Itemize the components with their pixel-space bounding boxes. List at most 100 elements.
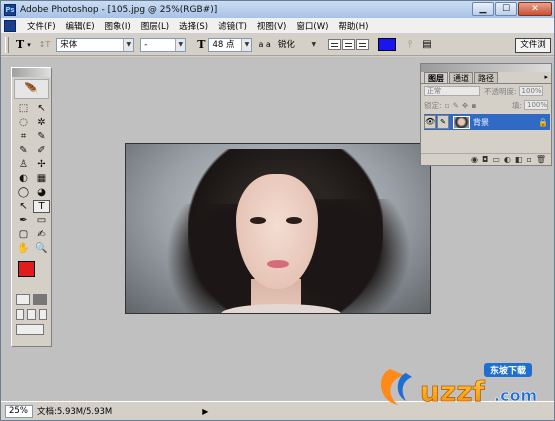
brush-tool-icon[interactable]: ✐ bbox=[33, 144, 50, 157]
play-icon[interactable]: ▶ bbox=[202, 407, 208, 416]
blend-mode-select[interactable]: 正常 bbox=[424, 86, 480, 96]
tool-preset-icon[interactable]: T bbox=[16, 38, 24, 51]
antialias-select[interactable]: 锐化 ▼ bbox=[273, 37, 320, 52]
layer-row-background[interactable]: 👁 ✎ 背景 🔒 bbox=[424, 114, 550, 130]
font-size-icon: T bbox=[197, 38, 206, 51]
minimize-button[interactable]: ▁ bbox=[472, 2, 494, 16]
marquee-tool-icon[interactable]: ⬚ bbox=[15, 102, 32, 115]
toolbox-header[interactable] bbox=[12, 68, 51, 77]
text-color-swatch[interactable] bbox=[377, 38, 396, 51]
brush-icon[interactable]: ✎ bbox=[437, 115, 449, 129]
screen-mode-row bbox=[12, 307, 51, 322]
adjustment-layer-icon[interactable]: ◐ bbox=[504, 155, 511, 164]
watermark-domain: .com bbox=[494, 386, 537, 405]
full-screen-menu-button[interactable] bbox=[27, 309, 36, 320]
shape-tool-icon[interactable]: ▭ bbox=[33, 214, 50, 227]
menu-window[interactable]: 窗口(W) bbox=[291, 20, 333, 32]
magic-wand-tool-icon[interactable]: ✲ bbox=[33, 116, 50, 129]
window-title: Adobe Photoshop - [105.jpg @ 25%(RGB#)] bbox=[20, 4, 218, 15]
history-brush-tool-icon[interactable]: ✢ bbox=[33, 158, 50, 171]
tab-layers[interactable]: 图层 bbox=[424, 72, 448, 83]
full-screen-button[interactable] bbox=[38, 309, 47, 320]
font-size-select[interactable]: 48 点 ▼ bbox=[208, 37, 253, 52]
eyedropper-tool-icon[interactable]: ✍ bbox=[33, 228, 50, 241]
palettes-icon[interactable]: ▤ bbox=[422, 39, 431, 50]
eraser-tool-icon[interactable]: ◐ bbox=[15, 172, 32, 185]
align-right-button[interactable] bbox=[355, 39, 369, 50]
uzzf-watermark-logo: 东坡下载 uzzf .com bbox=[380, 363, 537, 408]
menu-view[interactable]: 视图(V) bbox=[252, 20, 291, 32]
slice-tool-icon[interactable]: ✎ bbox=[33, 130, 50, 143]
foreground-color-swatch[interactable] bbox=[18, 261, 35, 277]
maximize-button[interactable]: ☐ bbox=[495, 2, 517, 16]
new-fill-icon[interactable]: ◧ bbox=[515, 155, 523, 164]
hand-tool-icon[interactable]: ✋ bbox=[15, 242, 32, 255]
photoshop-window: Ps Adobe Photoshop - [105.jpg @ 25%(RGB#… bbox=[0, 0, 555, 421]
new-layer-icon[interactable]: ▫ bbox=[526, 155, 531, 164]
align-left-button[interactable] bbox=[327, 39, 341, 50]
quick-mask-mode-button[interactable] bbox=[33, 294, 47, 305]
trash-icon[interactable]: 🗑 bbox=[536, 155, 546, 164]
menu-file[interactable]: 文件(F) bbox=[22, 20, 61, 32]
eye-icon[interactable]: 👁 bbox=[424, 115, 436, 129]
menu-layer[interactable]: 图层(L) bbox=[136, 20, 174, 32]
close-button[interactable]: ✕ bbox=[518, 2, 552, 16]
lock-transparency-icon[interactable]: ▫ bbox=[445, 101, 450, 110]
opacity-field[interactable]: 100% bbox=[518, 86, 543, 96]
move-tool-icon[interactable]: ↖ bbox=[33, 102, 50, 115]
notes-tool-icon[interactable]: ▢ bbox=[15, 228, 32, 241]
watermark-tagline-badge: 东坡下载 bbox=[484, 363, 532, 377]
dodge-tool-icon[interactable]: ◕ bbox=[33, 186, 50, 199]
lock-pixels-icon[interactable]: ✎ bbox=[453, 101, 459, 110]
menu-edit[interactable]: 编辑(E) bbox=[61, 20, 100, 32]
mask-mode-row bbox=[12, 292, 51, 307]
title-bar[interactable]: Ps Adobe Photoshop - [105.jpg @ 25%(RGB#… bbox=[1, 1, 554, 18]
tool-grid: ⬚ ↖ ◌ ✲ ⌗ ✎ ✎ ✐ ♙ ✢ ◐ ▦ ◯ ◕ ↖ T ✒ ▭ ▢ ✍ … bbox=[12, 101, 51, 256]
lasso-tool-icon[interactable]: ◌ bbox=[15, 116, 32, 129]
standard-screen-button[interactable] bbox=[16, 309, 25, 320]
menu-help[interactable]: 帮助(H) bbox=[333, 20, 373, 32]
pen-tool-icon[interactable]: ✒ bbox=[15, 214, 32, 227]
tab-paths[interactable]: 路径 bbox=[474, 72, 498, 83]
menu-select[interactable]: 选择(S) bbox=[174, 20, 213, 32]
gradient-tool-icon[interactable]: ▦ bbox=[33, 172, 50, 185]
watermark-brand: uzzf bbox=[420, 375, 486, 408]
layers-panel-header[interactable] bbox=[421, 64, 551, 72]
fill-field[interactable]: 100% bbox=[524, 100, 548, 110]
tool-preset-arrow-icon[interactable]: ▾ bbox=[27, 41, 31, 49]
layer-mask-icon[interactable]: ◘ bbox=[482, 155, 488, 164]
layer-thumbnail bbox=[453, 115, 470, 129]
fill-label: 填: bbox=[511, 100, 522, 110]
layer-style-icon[interactable]: ◉ bbox=[471, 155, 478, 164]
menu-filter[interactable]: 滤镜(T) bbox=[213, 20, 252, 32]
warp-text-icon[interactable]: ⫯ bbox=[408, 39, 412, 50]
jump-to-imageready-button[interactable] bbox=[16, 324, 44, 335]
type-tool-icon[interactable]: T bbox=[33, 200, 50, 213]
text-orientation-icon[interactable]: ↕T bbox=[39, 40, 51, 49]
path-selection-tool-icon[interactable]: ↖ bbox=[15, 200, 32, 213]
color-swatches bbox=[15, 259, 48, 289]
lock-all-icon[interactable]: ▪ bbox=[471, 101, 476, 110]
new-set-icon[interactable]: ▭ bbox=[492, 155, 500, 164]
zoom-tool-icon[interactable]: 🔍 bbox=[33, 242, 50, 255]
feather-icon[interactable]: 🪶 bbox=[14, 79, 49, 99]
crop-tool-icon[interactable]: ⌗ bbox=[15, 130, 32, 143]
clone-stamp-tool-icon[interactable]: ♙ bbox=[15, 158, 32, 171]
zoom-field[interactable]: 25% bbox=[5, 404, 33, 418]
antialias-icon: a a bbox=[258, 40, 271, 49]
font-style-select[interactable]: - ▼ bbox=[140, 37, 187, 52]
healing-brush-tool-icon[interactable]: ✎ bbox=[15, 144, 32, 157]
font-family-select[interactable]: 宋体 ▼ bbox=[56, 37, 135, 52]
menu-app-icon[interactable] bbox=[4, 19, 16, 32]
panel-menu-icon[interactable]: ▸ bbox=[544, 73, 548, 81]
file-browser-button[interactable]: 文件浏 bbox=[515, 38, 551, 53]
document-canvas[interactable] bbox=[125, 143, 431, 314]
blur-tool-icon[interactable]: ◯ bbox=[15, 186, 32, 199]
align-center-button[interactable] bbox=[341, 39, 355, 50]
options-grip[interactable] bbox=[5, 36, 9, 53]
standard-mode-button[interactable] bbox=[16, 294, 30, 305]
tab-channels[interactable]: 通道 bbox=[449, 72, 473, 83]
menu-image[interactable]: 图象(I) bbox=[100, 20, 136, 32]
lock-position-icon[interactable]: ✥ bbox=[462, 101, 468, 110]
opacity-label: 不透明度: bbox=[484, 86, 517, 96]
